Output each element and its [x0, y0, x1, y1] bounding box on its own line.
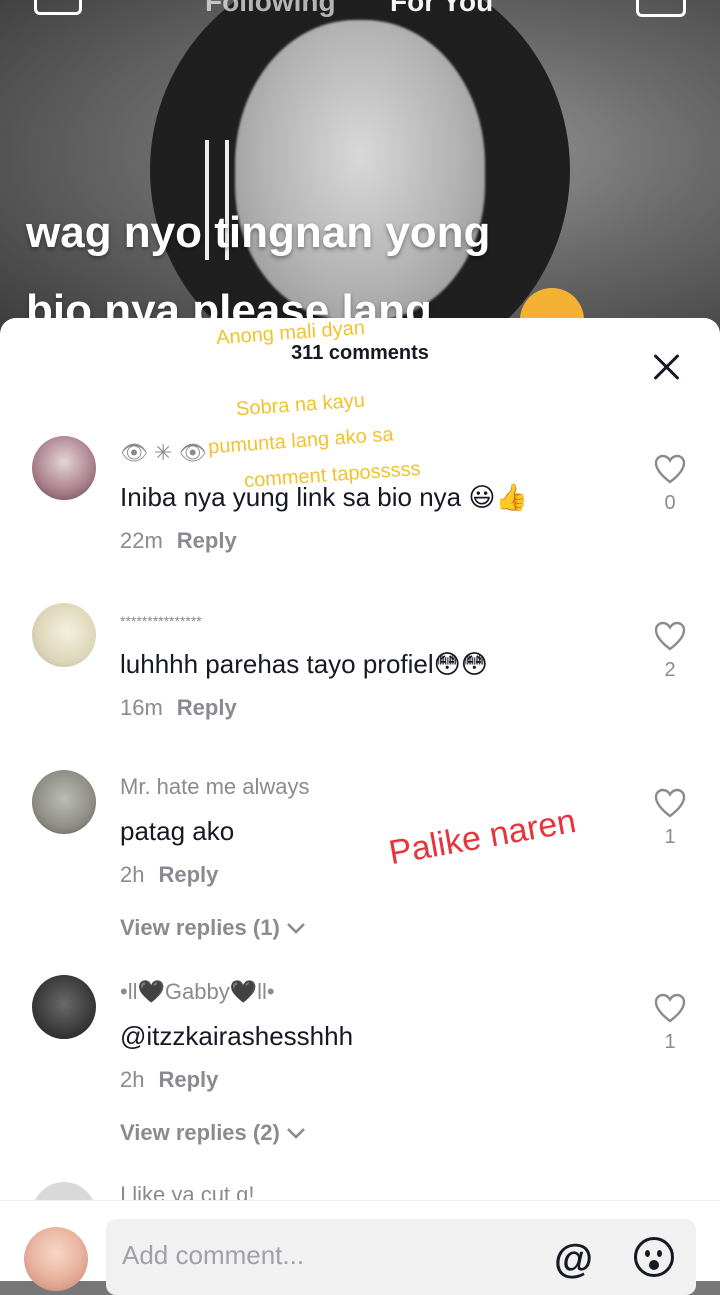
comment-text: luhhhh parehas tayo profiel😳😳 [120, 649, 488, 679]
live-icon[interactable]: LIVE [636, 0, 686, 17]
at-icon[interactable]: @ [554, 1237, 593, 1282]
heart-icon [654, 454, 686, 484]
reply-button[interactable]: Reply [158, 862, 218, 887]
reply-button[interactable]: Reply [158, 1067, 218, 1092]
avatar[interactable] [32, 975, 96, 1039]
video-caption-line1: wag nyo tingnan yong [26, 208, 491, 257]
comment-username[interactable]: •ll🖤Gabby🖤ll• [120, 979, 275, 1005]
view-replies-button[interactable]: View replies (1) [120, 915, 306, 941]
like-count: 1 [664, 1031, 676, 1053]
like-count: 0 [664, 492, 676, 514]
view-replies-button[interactable]: View replies (2) [120, 1120, 306, 1146]
comment-item: I like ya cut g! [0, 1182, 720, 1246]
close-icon[interactable] [650, 350, 684, 384]
comment-username[interactable]: 👁 ✳ 👁 [120, 440, 207, 466]
comment-item: •ll🖤Gabby🖤ll• @itzzkairashesshhh 2h Reply… [0, 975, 720, 1155]
comment-time: 2h [120, 862, 145, 887]
comment-meta: 2h Reply [120, 1067, 218, 1093]
heart-icon [654, 993, 686, 1023]
overlay-text: Sobra na kayu [235, 389, 366, 421]
comment-text: Iniba nya yung link sa bio nya 😃👍 [120, 482, 528, 512]
comment-meta: 2h Reply [120, 862, 218, 888]
comment-sheet: 311 comments Anong mali dyan Sobra na ka… [0, 318, 720, 1280]
comment-item: Mr. hate me always patag ako 2h Reply Vie… [0, 770, 720, 950]
heart-icon [654, 788, 686, 818]
comment-input-box[interactable]: @ [106, 1219, 696, 1295]
top-nav: Following For You LIVE [0, 0, 720, 20]
like-button[interactable]: 0 [652, 454, 688, 515]
like-button[interactable]: 1 [652, 993, 688, 1054]
tab-for-you[interactable]: For You [390, 0, 493, 18]
reply-button[interactable]: Reply [177, 695, 237, 720]
comment-username[interactable]: *************** [120, 613, 202, 629]
comment-item: *************** luhhhh parehas tayo prof… [0, 603, 720, 733]
like-button[interactable]: 2 [652, 621, 688, 682]
comment-username[interactable]: Mr. hate me always [120, 774, 310, 800]
comment-meta: 16m Reply [120, 695, 237, 721]
comment-item: 👁 ✳ 👁 Iniba nya yung link sa bio nya 😃👍 … [0, 436, 720, 566]
video-background: Following For You LIVE wag nyo tingnan y… [0, 0, 720, 340]
avatar[interactable] [32, 770, 96, 834]
comment-input[interactable] [120, 1239, 544, 1272]
live-add-icon[interactable] [34, 0, 82, 15]
comment-time: 2h [120, 1067, 145, 1092]
like-count: 2 [664, 659, 676, 681]
comment-time: 22m [120, 528, 163, 553]
avatar[interactable] [32, 436, 96, 500]
view-replies-label: View replies (1) [120, 915, 280, 940]
view-replies-label: View replies (2) [120, 1120, 280, 1145]
chevron-down-icon [286, 923, 305, 934]
tab-following[interactable]: Following [205, 0, 336, 18]
face-shape [235, 20, 485, 320]
chevron-down-icon [286, 1128, 305, 1139]
comment-input-bar: @ [0, 1200, 720, 1295]
comment-time: 16m [120, 695, 163, 720]
comment-count: 311 comments [291, 342, 429, 364]
like-button[interactable]: 1 [652, 788, 688, 849]
reply-button[interactable]: Reply [177, 528, 237, 553]
comment-meta: 22m Reply [120, 528, 237, 554]
comment-text: @itzzkairashesshhh [120, 1021, 354, 1051]
like-count: 1 [664, 826, 676, 848]
heart-icon [654, 621, 686, 651]
comment-text: patag ako [120, 816, 235, 846]
avatar[interactable] [32, 603, 96, 667]
emoji-icon[interactable] [634, 1237, 674, 1277]
my-avatar [24, 1227, 88, 1291]
